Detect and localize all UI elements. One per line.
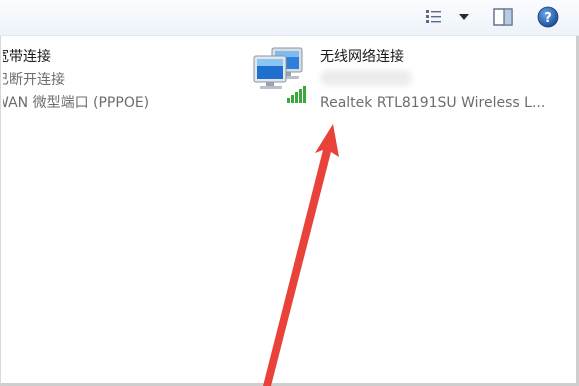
wireless-connection-device: Realtek RTL8191SU Wireless L... (320, 95, 546, 111)
help-glyph: ? (544, 11, 552, 26)
preview-pane-icon (493, 8, 513, 26)
broadband-connection-item[interactable]: 宽带连接 已断开连接 WAN 微型端口 (PPPOE) (0, 46, 150, 115)
change-view-icon (426, 10, 441, 23)
preview-pane-button[interactable] (491, 6, 515, 28)
network-computers-icon (253, 47, 306, 103)
wireless-connection-item[interactable]: 无线网络连接 Realtek RTL8191SU Wireless L... (320, 46, 545, 115)
help-icon: ? (537, 6, 559, 28)
change-view-button[interactable] (422, 6, 474, 28)
wireless-connection-name: 无线网络连接 (320, 49, 404, 65)
broadband-connection-device: WAN 微型端口 (PPPOE) (0, 95, 150, 111)
help-button[interactable]: ? (535, 6, 561, 28)
signal-bars-icon (287, 86, 306, 103)
broadband-connection-name: 宽带连接 (0, 49, 51, 65)
toolbar: ? (0, 0, 579, 36)
chevron-down-icon[interactable] (457, 12, 471, 22)
broadband-connection-status: 已断开连接 (0, 72, 65, 88)
